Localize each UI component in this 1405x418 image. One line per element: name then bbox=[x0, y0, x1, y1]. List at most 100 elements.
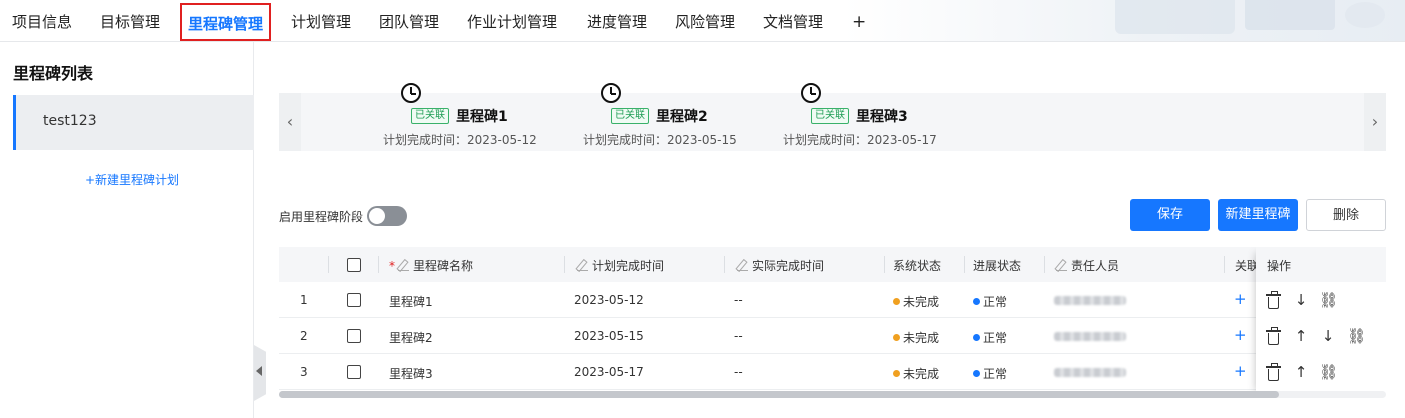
pencil-icon bbox=[398, 260, 409, 271]
milestone-plan-label: test123 bbox=[43, 113, 97, 129]
system-status: 未完成 bbox=[893, 329, 939, 346]
pencil-icon bbox=[1056, 260, 1067, 271]
add-tab-button[interactable]: + bbox=[852, 0, 866, 42]
actual-date[interactable]: -- bbox=[734, 329, 743, 343]
clock-icon bbox=[801, 83, 821, 103]
column-header-system-status[interactable]: 系统状态 bbox=[893, 257, 941, 274]
row-checkbox[interactable] bbox=[347, 293, 361, 307]
timeline-milestone-name: 里程碑2 bbox=[656, 109, 708, 125]
tab-team-management[interactable]: 团队管理 bbox=[379, 0, 439, 42]
linked-badge: 已关联 bbox=[611, 108, 649, 124]
column-header-actual-date[interactable]: 实际完成时间 bbox=[737, 257, 824, 274]
tab-goal-management[interactable]: 目标管理 bbox=[100, 0, 160, 42]
top-tab-bar: 项目信息 目标管理 里程碑管理 计划管理 团队管理 作业计划管理 进度管理 风险… bbox=[0, 0, 1405, 42]
timeline-prev-button[interactable]: ‹ bbox=[279, 93, 301, 151]
tab-progress-management[interactable]: 进度管理 bbox=[587, 0, 647, 42]
table-header: * 里程碑名称 计划完成时间 实际完成时间 系统状态 进展状态 责任人员 关联 bbox=[279, 247, 1386, 282]
tab-milestone-management[interactable]: 里程碑管理 bbox=[180, 3, 272, 41]
milestone-stage-switch-label: 启用里程碑阶段 bbox=[279, 210, 364, 224]
row-checkbox[interactable] bbox=[347, 329, 361, 343]
table-row[interactable]: 2 里程碑2 2023-05-15 -- 未完成 正常 + bbox=[279, 318, 1386, 354]
timeline-milestone-name: 里程碑1 bbox=[456, 109, 508, 125]
column-header-name[interactable]: * 里程碑名称 bbox=[389, 257, 473, 274]
trash-icon[interactable] bbox=[1266, 363, 1281, 381]
actual-date[interactable]: -- bbox=[734, 365, 743, 379]
add-link-button[interactable]: + bbox=[1234, 362, 1247, 380]
planned-date[interactable]: 2023-05-12 bbox=[574, 293, 644, 307]
add-link-button[interactable]: + bbox=[1234, 326, 1247, 344]
toggle-knob bbox=[369, 208, 385, 224]
row-index: 1 bbox=[300, 293, 308, 307]
add-link-button[interactable]: + bbox=[1234, 290, 1247, 308]
row-index: 2 bbox=[300, 329, 308, 343]
milestone-stage-toggle[interactable] bbox=[367, 206, 407, 226]
clock-icon bbox=[401, 83, 421, 103]
new-milestone-plan-link[interactable]: +新建里程碑计划 bbox=[85, 171, 179, 188]
trash-icon[interactable] bbox=[1266, 291, 1281, 309]
unlink-icon[interactable]: ⛓ bbox=[1347, 327, 1366, 345]
sidebar-collapse-handle[interactable] bbox=[254, 345, 266, 401]
linked-badge: 已关联 bbox=[411, 108, 449, 124]
row-index: 3 bbox=[300, 365, 308, 379]
timeline-milestone-name: 里程碑3 bbox=[856, 109, 908, 125]
arrow-up-icon[interactable]: ↑ bbox=[1292, 327, 1310, 345]
new-milestone-button[interactable]: 新建里程碑 bbox=[1218, 199, 1298, 231]
progress-status: 正常 bbox=[973, 293, 1007, 310]
table-horizontal-scrollbar[interactable] bbox=[279, 391, 1386, 398]
milestone-name[interactable]: 里程碑2 bbox=[389, 329, 433, 346]
app: 项目信息 目标管理 里程碑管理 计划管理 团队管理 作业计划管理 进度管理 风险… bbox=[0, 0, 1405, 418]
linked-badge: 已关联 bbox=[811, 108, 849, 124]
milestone-list-title: 里程碑列表 bbox=[13, 64, 94, 83]
owner-redacted bbox=[1054, 368, 1126, 377]
milestone-table: * 里程碑名称 计划完成时间 实际完成时间 系统状态 进展状态 责任人员 关联 1… bbox=[279, 247, 1386, 397]
progress-status: 正常 bbox=[973, 329, 1007, 346]
timeline-milestone[interactable]: 已关联 里程碑2 计划完成时间：2023-05-15 bbox=[535, 83, 737, 151]
timeline-milestone[interactable]: 已关联 里程碑3 计划完成时间：2023-05-17 bbox=[735, 83, 937, 151]
column-header-progress-status[interactable]: 进展状态 bbox=[973, 257, 1021, 274]
owner-redacted bbox=[1054, 296, 1126, 305]
timeline-milestone-date: 计划完成时间：2023-05-12 bbox=[383, 133, 537, 147]
arrow-down-icon[interactable]: ↓ bbox=[1292, 291, 1310, 309]
timeline-milestone-date: 计划完成时间：2023-05-17 bbox=[783, 133, 937, 147]
trash-icon[interactable] bbox=[1266, 327, 1281, 345]
system-status: 未完成 bbox=[893, 293, 939, 310]
scrollbar-thumb[interactable] bbox=[279, 391, 1279, 398]
planned-date[interactable]: 2023-05-17 bbox=[574, 365, 644, 379]
row-checkbox[interactable] bbox=[347, 365, 361, 379]
table-row[interactable]: 1 里程碑1 2023-05-12 -- 未完成 正常 + bbox=[279, 282, 1386, 318]
column-header-planned-date[interactable]: 计划完成时间 bbox=[577, 257, 664, 274]
planned-date[interactable]: 2023-05-15 bbox=[574, 329, 644, 343]
pencil-icon bbox=[577, 260, 588, 271]
tab-document-management[interactable]: 文档管理 bbox=[763, 0, 823, 42]
column-header-owner[interactable]: 责任人员 bbox=[1056, 257, 1119, 274]
timeline-milestone[interactable]: 已关联 里程碑1 计划完成时间：2023-05-12 bbox=[335, 83, 537, 151]
milestone-name[interactable]: 里程碑1 bbox=[389, 293, 433, 310]
tab-work-plan-management[interactable]: 作业计划管理 bbox=[467, 0, 557, 42]
arrow-up-icon[interactable]: ↑ bbox=[1292, 363, 1310, 381]
milestone-timeline: ‹ 已关联 里程碑1 计划完成时间：2023-05-12 已关联 里程碑2 计划… bbox=[279, 83, 1386, 151]
unlink-icon[interactable]: ⛓ bbox=[1319, 291, 1338, 309]
table-row[interactable]: 3 里程碑3 2023-05-17 -- 未完成 正常 + bbox=[279, 354, 1386, 390]
milestone-plan-item[interactable]: test123 bbox=[13, 95, 254, 150]
timeline-milestone-date: 计划完成时间：2023-05-15 bbox=[583, 133, 737, 147]
tab-plan-management[interactable]: 计划管理 bbox=[291, 0, 351, 42]
tab-project-info[interactable]: 项目信息 bbox=[12, 0, 72, 42]
tab-risk-management[interactable]: 风险管理 bbox=[675, 0, 735, 42]
collapse-arrow-icon bbox=[256, 366, 262, 376]
operations-header: 操作 bbox=[1256, 247, 1386, 282]
save-button[interactable]: 保存 bbox=[1130, 199, 1210, 231]
progress-status: 正常 bbox=[973, 365, 1007, 382]
actual-date[interactable]: -- bbox=[734, 293, 743, 307]
column-header-ops: 操作 bbox=[1267, 259, 1292, 273]
arrow-down-icon[interactable]: ↓ bbox=[1319, 327, 1337, 345]
system-status: 未完成 bbox=[893, 365, 939, 382]
unlink-icon[interactable]: ⛓ bbox=[1319, 363, 1338, 381]
operations-column: 操作 ↓ ⛓ ↑ ↓ ⛓ ↑ ⛓ bbox=[1256, 247, 1386, 397]
milestone-name[interactable]: 里程碑3 bbox=[389, 365, 433, 382]
milestone-list-panel: 里程碑列表 test123 +新建里程碑计划 bbox=[0, 42, 254, 418]
select-all-checkbox[interactable] bbox=[347, 258, 361, 272]
clock-icon bbox=[601, 83, 621, 103]
owner-redacted bbox=[1054, 332, 1126, 341]
delete-button[interactable]: 删除 bbox=[1306, 199, 1386, 231]
timeline-next-button[interactable]: › bbox=[1364, 93, 1386, 151]
